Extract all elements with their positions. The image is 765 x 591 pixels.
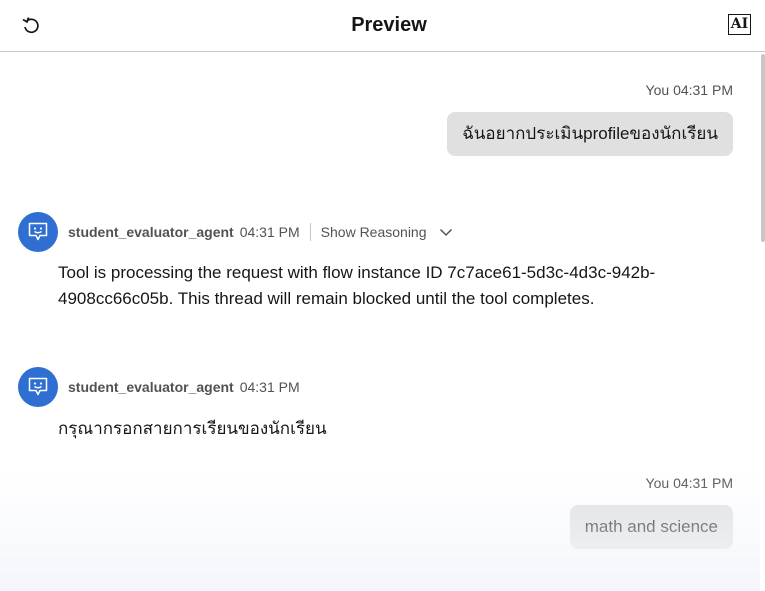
show-reasoning-toggle[interactable]: Show Reasoning bbox=[321, 224, 453, 240]
chevron-down-icon bbox=[439, 228, 452, 237]
sender-name: You bbox=[645, 82, 670, 98]
chat-bot-icon bbox=[28, 222, 48, 241]
message-time: 04:31 PM bbox=[239, 224, 300, 240]
agent-name: student_evaluator_agent bbox=[68, 224, 234, 240]
message-meta: You 04:31 PM bbox=[646, 82, 733, 98]
message-meta: You 04:31 PM bbox=[646, 475, 733, 491]
page-title: Preview bbox=[351, 14, 427, 36]
chat-panel: You 04:31 PM ฉันอยากประเมินprofileของนัก… bbox=[0, 52, 760, 591]
agent-name: student_evaluator_agent bbox=[68, 379, 234, 395]
sender-name: You bbox=[645, 475, 670, 491]
agent-message-text: Tool is processing the request with flow… bbox=[58, 263, 656, 308]
message-time: 04:31 PM bbox=[239, 379, 300, 395]
agent-avatar bbox=[18, 367, 58, 407]
show-reasoning-label: Show Reasoning bbox=[320, 224, 427, 240]
agent-message-meta: student_evaluator_agent 04:31 PM Show Re… bbox=[68, 221, 453, 243]
chat-bot-icon bbox=[28, 377, 48, 396]
divider bbox=[309, 223, 311, 241]
user-message-bubble: ฉันอยากประเมินprofileของนักเรียน bbox=[447, 112, 733, 156]
message-time: 04:31 PM bbox=[673, 475, 733, 491]
ai-badge: AI bbox=[728, 14, 751, 35]
agent-avatar bbox=[18, 212, 58, 252]
user-message-bubble: math and science bbox=[569, 505, 733, 549]
agent-message-text: กรุณากรอกสายการเรียนของนักเรียน bbox=[58, 419, 327, 438]
message-time: 04:31 PM bbox=[673, 82, 733, 98]
scrollbar-thumb[interactable] bbox=[761, 54, 765, 242]
preview-header: Preview AI bbox=[0, 0, 765, 52]
agent-message-meta: student_evaluator_agent 04:31 PM bbox=[68, 376, 300, 398]
